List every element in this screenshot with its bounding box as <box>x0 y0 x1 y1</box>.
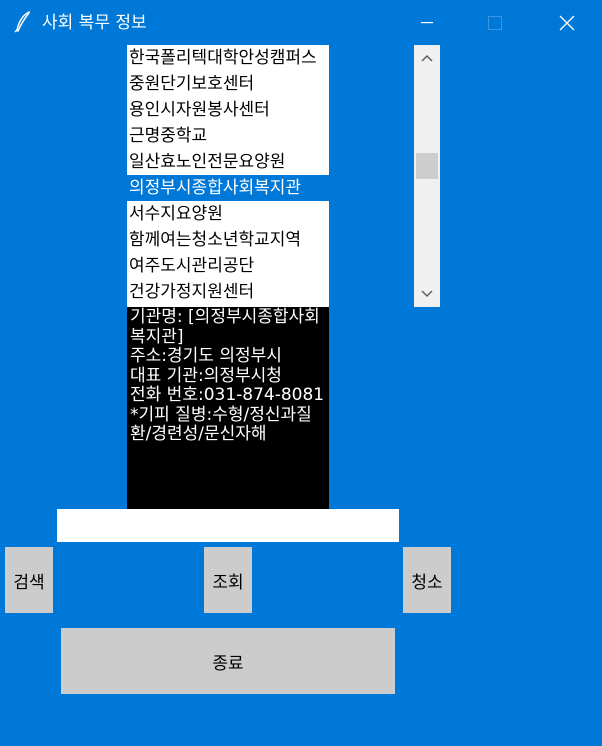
list-item[interactable]: 한국폴리텍대학안성캠퍼스 <box>127 45 329 71</box>
info-line: 대표 기관:의정부시청 <box>130 365 282 386</box>
window-title: 사회 복무 정보 <box>42 13 147 33</box>
minimize-icon <box>421 22 433 24</box>
info-line: 기관명: [의정부시종합사회복지관] <box>130 307 320 347</box>
list-item[interactable]: 의정부시종합사회복지관 <box>127 175 329 201</box>
list-item[interactable]: 서수지요양원 <box>127 201 329 227</box>
exit-button[interactable]: 종료 <box>61 628 395 694</box>
clear-button[interactable]: 청소 <box>403 547 451 613</box>
title-bar: 사회 복무 정보 <box>0 0 602 46</box>
info-line: 전화 번호:031-874-8081 <box>130 385 325 405</box>
list-item[interactable]: 함께여는청소년학교지역 <box>127 227 329 253</box>
close-icon <box>559 15 575 31</box>
scroll-thumb[interactable] <box>416 153 438 179</box>
search-input[interactable] <box>57 509 399 542</box>
info-line: *기피 질병:수형/정신과질환/경련성/문신자해 <box>130 404 312 444</box>
scroll-up-button[interactable] <box>414 45 440 71</box>
list-item[interactable]: 중원단기보호센터 <box>127 71 329 97</box>
close-button[interactable] <box>544 0 590 46</box>
feather-icon <box>14 10 32 33</box>
info-line: 주소:경기도 의정부시 <box>130 346 282 366</box>
search-button[interactable]: 검색 <box>5 547 53 613</box>
maximize-button <box>472 0 518 46</box>
list-item[interactable]: 용인시자원봉사센터 <box>127 97 329 123</box>
chevron-down-icon <box>421 290 433 298</box>
agency-info-panel: 기관명: [의정부시종합사회복지관] 주소:경기도 의정부시 대표 기관:의정부시청… <box>127 307 329 509</box>
list-item[interactable]: 일산효노인전문요양원 <box>127 149 329 175</box>
lookup-button[interactable]: 조회 <box>204 547 252 613</box>
list-item[interactable]: 근명중학교 <box>127 123 329 149</box>
list-item[interactable]: 건강가정지원센터 <box>127 279 329 305</box>
agency-listbox[interactable]: 한국폴리텍대학안성캠퍼스 중원단기보호센터 용인시자원봉사센터 근명중학교 일산효노인전… <box>127 45 329 307</box>
maximize-icon <box>488 16 502 30</box>
list-item[interactable]: 여주도시관리공단 <box>127 253 329 279</box>
minimize-button[interactable] <box>404 0 450 46</box>
listbox-scrollbar[interactable] <box>414 45 440 307</box>
chevron-up-icon <box>421 54 433 62</box>
scroll-down-button[interactable] <box>414 281 440 307</box>
